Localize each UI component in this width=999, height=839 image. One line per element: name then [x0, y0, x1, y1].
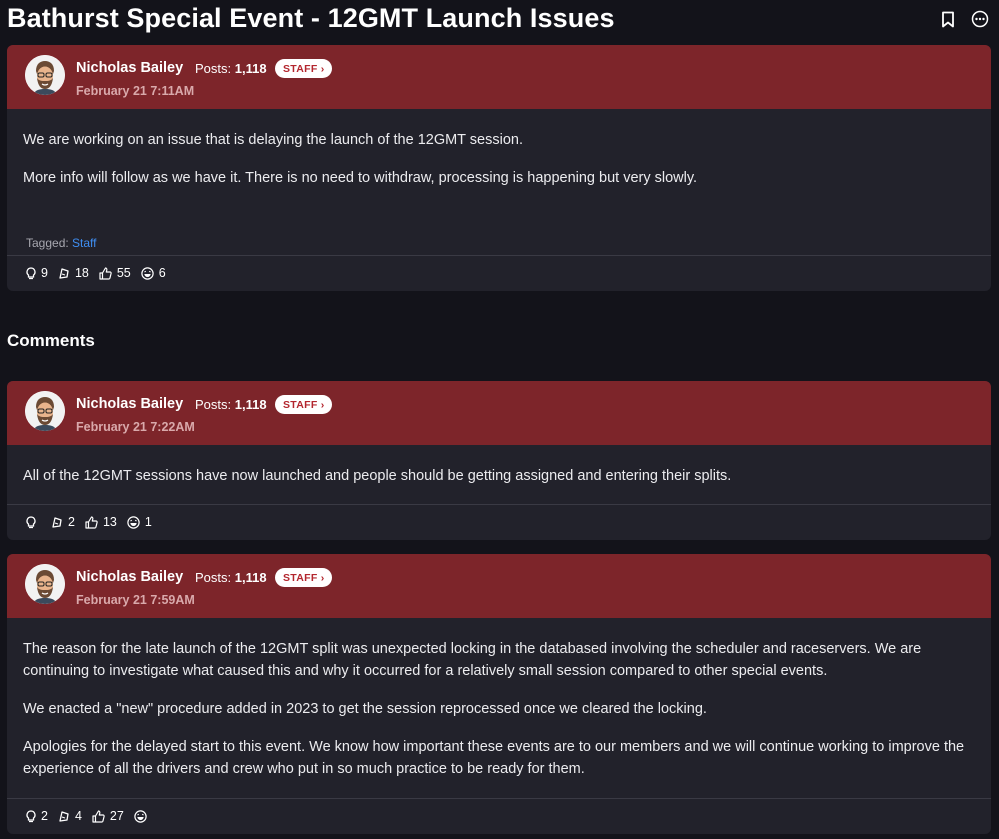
post-paragraph: The reason for the late launch of the 12…	[23, 641, 922, 679]
reaction-like[interactable]: 27	[92, 809, 124, 823]
original-post: Nicholas Bailey Posts: 1,118 STAFF › Feb…	[7, 45, 991, 291]
reaction-count: 18	[74, 266, 89, 280]
thumbs-up-icon	[99, 266, 112, 280]
posts-number: 1,118	[234, 570, 267, 585]
reaction-like[interactable]: 13	[85, 515, 117, 529]
post-body: We are working on an issue that is delay…	[7, 109, 991, 236]
post-body: All of the 12GMT sessions have now launc…	[7, 445, 991, 504]
lightbulb-icon	[26, 515, 36, 529]
reaction-lol[interactable]	[134, 809, 152, 823]
author-name[interactable]: Nicholas Bailey	[76, 60, 183, 76]
reaction-count: 27	[109, 809, 124, 823]
reaction-count: 2	[68, 515, 75, 529]
post-date[interactable]: February 21 7:11AM	[76, 84, 194, 98]
lightbulb-icon	[26, 266, 36, 280]
posts-count: Posts: 1,118	[195, 397, 267, 412]
reaction-insightful[interactable]: 2	[26, 809, 48, 823]
reactions-bar: 2 13 1	[7, 504, 991, 539]
post-header: Nicholas Bailey Posts: 1,118 STAFF › Feb…	[7, 381, 991, 445]
staff-badge[interactable]: STAFF ›	[275, 568, 332, 587]
laughing-face-icon	[127, 515, 140, 529]
reaction-count: 2	[41, 809, 48, 823]
posts-count: Posts: 1,118	[195, 570, 267, 585]
staff-badge[interactable]: STAFF ›	[275, 59, 332, 78]
comment: Nicholas Bailey Posts: 1,118 STAFF › Feb…	[7, 554, 991, 834]
post-paragraph: We are working on an issue that is delay…	[23, 132, 523, 148]
awesome-icon	[51, 516, 63, 529]
reaction-like[interactable]: 55	[99, 266, 131, 280]
post-paragraph: We enacted a "new" procedure added in 20…	[23, 701, 707, 717]
reaction-count: 1	[144, 515, 152, 529]
thumbs-up-icon	[85, 515, 98, 529]
post-paragraph: More info will follow as we have it. The…	[23, 170, 698, 186]
post-header: Nicholas Bailey Posts: 1,118 STAFF › Feb…	[7, 45, 991, 109]
posts-number: 1,118	[234, 397, 267, 412]
reaction-count: 4	[74, 809, 82, 823]
more-options-icon[interactable]	[971, 10, 989, 28]
bookmark-icon[interactable]	[939, 10, 957, 28]
reaction-awesome[interactable]: 2	[51, 515, 75, 529]
staff-badge[interactable]: STAFF ›	[275, 395, 332, 414]
post-date[interactable]: February 21 7:22AM	[76, 420, 195, 434]
author-name[interactable]: Nicholas Bailey	[76, 396, 183, 412]
comment: Nicholas Bailey Posts: 1,118 STAFF › Feb…	[7, 381, 991, 540]
reaction-lol[interactable]: 1	[127, 515, 152, 529]
title-actions	[939, 10, 989, 28]
author-avatar[interactable]	[25, 391, 65, 431]
laughing-face-icon	[134, 809, 147, 823]
reactions-bar: 9 18 55 6	[7, 255, 991, 290]
reaction-count: 6	[158, 266, 166, 280]
awesome-icon	[58, 267, 70, 280]
tagged-row: Tagged: Staff	[7, 236, 991, 255]
laughing-face-icon	[141, 266, 154, 280]
posts-label: Posts:	[195, 570, 232, 585]
reaction-insightful[interactable]	[26, 515, 41, 529]
reaction-insightful[interactable]: 9	[26, 266, 48, 280]
reaction-awesome[interactable]: 18	[58, 266, 89, 280]
post-paragraph: All of the 12GMT sessions have now launc…	[23, 468, 732, 484]
comments-heading: Comments	[7, 331, 95, 350]
lightbulb-icon	[26, 809, 36, 823]
posts-number: 1,118	[234, 61, 267, 76]
tag-link-staff[interactable]: Staff	[72, 236, 96, 250]
author-avatar[interactable]	[25, 564, 65, 604]
reaction-count: 9	[41, 266, 48, 280]
tagged-label: Tagged:	[26, 236, 69, 250]
reaction-lol[interactable]: 6	[141, 266, 166, 280]
post-body: The reason for the late launch of the 12…	[7, 618, 991, 798]
awesome-icon	[58, 810, 70, 823]
page-title: Bathurst Special Event - 12GMT Launch Is…	[7, 3, 615, 33]
author-avatar[interactable]	[25, 55, 65, 95]
post-header: Nicholas Bailey Posts: 1,118 STAFF › Feb…	[7, 554, 991, 618]
reaction-count: 55	[116, 266, 131, 280]
posts-count: Posts: 1,118	[195, 61, 267, 76]
posts-label: Posts:	[195, 61, 232, 76]
post-date[interactable]: February 21 7:59AM	[76, 593, 195, 607]
post-paragraph: Apologies for the delayed start to this …	[23, 739, 965, 777]
author-name[interactable]: Nicholas Bailey	[76, 569, 183, 585]
posts-label: Posts:	[195, 397, 232, 412]
reaction-count: 13	[102, 515, 117, 529]
thumbs-up-icon	[92, 809, 105, 823]
reactions-bar: 2 4 27	[7, 798, 991, 833]
reaction-awesome[interactable]: 4	[58, 809, 82, 823]
